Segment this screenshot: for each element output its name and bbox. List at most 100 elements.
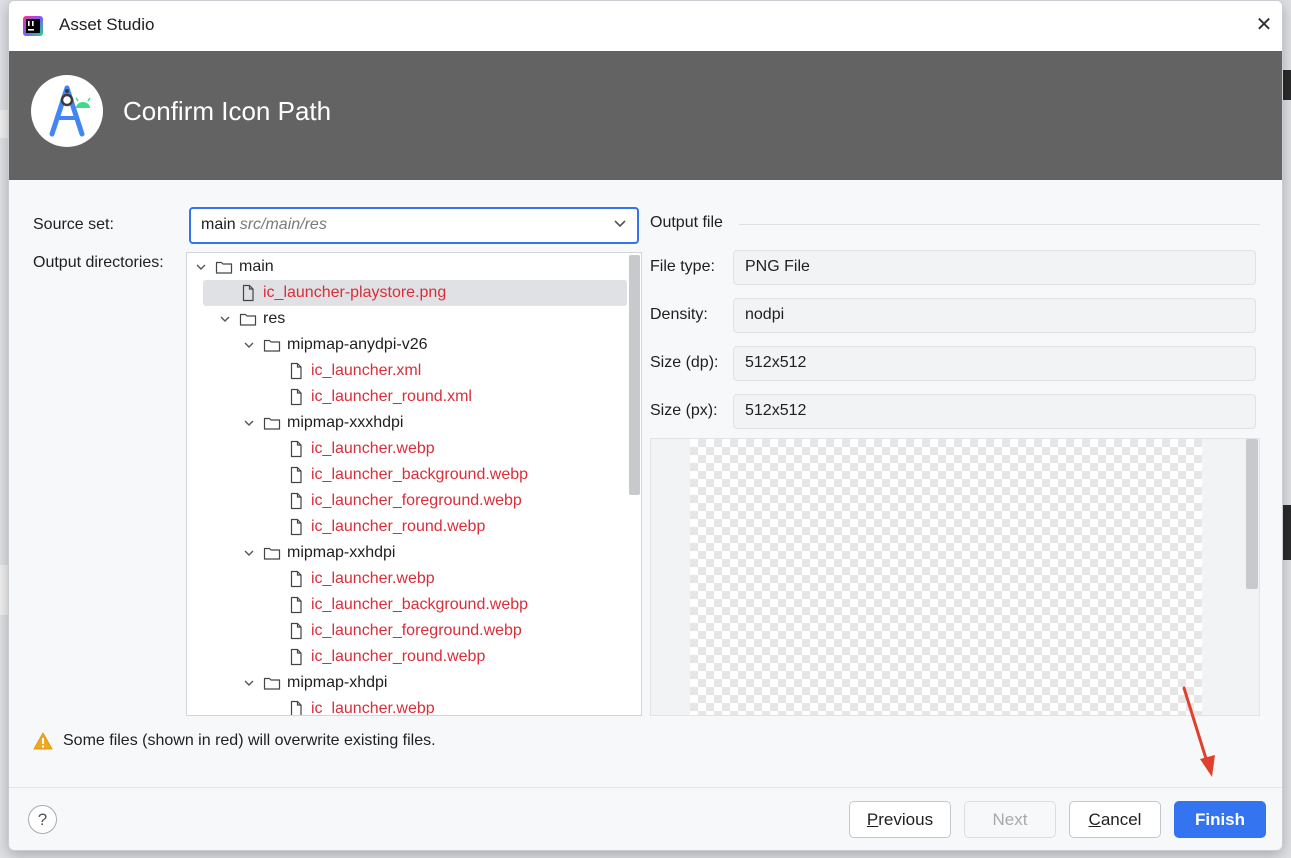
footer-divider bbox=[9, 787, 1282, 788]
previous-label: revious bbox=[878, 810, 934, 829]
output-directories-label: Output directories: bbox=[33, 254, 164, 271]
tree-item-label: ic_launcher_round.webp bbox=[311, 648, 486, 665]
title-bar: Asset Studio ✕ bbox=[9, 1, 1282, 51]
tree-item-label: ic_launcher.webp bbox=[311, 440, 435, 457]
previous-mnemonic: P bbox=[866, 810, 879, 829]
intellij-app-icon bbox=[23, 16, 43, 36]
tree-item-label: ic_launcher_foreground.webp bbox=[311, 492, 522, 509]
file-type-field: PNG File bbox=[733, 250, 1256, 285]
chevron-down-icon[interactable] bbox=[241, 415, 257, 431]
folder-icon bbox=[263, 544, 281, 562]
tree-item-label: ic_launcher.webp bbox=[311, 570, 435, 587]
file-icon bbox=[287, 362, 305, 380]
tree-folder-row[interactable]: res bbox=[187, 306, 285, 332]
section-divider bbox=[739, 224, 1260, 225]
tree-item-label: ic_launcher_foreground.webp bbox=[311, 622, 522, 639]
tree-file-row[interactable]: ic_launcher.webp bbox=[187, 566, 435, 592]
tree-file-row[interactable]: ic_launcher.xml bbox=[187, 358, 421, 384]
source-set-label: Source set: bbox=[33, 216, 114, 233]
chevron-down-icon bbox=[614, 220, 626, 228]
file-icon bbox=[287, 648, 305, 666]
tree-folder-row[interactable]: main bbox=[187, 254, 274, 280]
tree-file-row[interactable]: ic_launcher_foreground.webp bbox=[187, 488, 522, 514]
next-button[interactable]: Next bbox=[964, 801, 1056, 838]
tree-file-row[interactable]: ic_launcher.webp bbox=[187, 436, 435, 462]
density-field: nodpi bbox=[733, 298, 1256, 333]
chevron-down-icon[interactable] bbox=[241, 675, 257, 691]
tree-item-label: ic_launcher.xml bbox=[311, 362, 422, 379]
background-window-panel bbox=[0, 110, 8, 138]
tree-file-row[interactable]: ic_launcher-playstore.png bbox=[203, 280, 627, 306]
window-title: Asset Studio bbox=[59, 15, 155, 34]
file-icon bbox=[239, 284, 257, 302]
folder-icon bbox=[239, 310, 257, 328]
overwrite-warning: Some files (shown in red) will overwrite… bbox=[33, 732, 436, 750]
tree-file-row[interactable]: ic_launcher_background.webp bbox=[187, 592, 528, 618]
tree-file-row[interactable]: ic_launcher_round.webp bbox=[187, 644, 485, 670]
tree-item-label: mipmap-xxhdpi bbox=[287, 544, 396, 561]
file-icon bbox=[287, 700, 305, 715]
tree-folder-row[interactable]: mipmap-xxxhdpi bbox=[187, 410, 403, 436]
tree-item-label: ic_launcher_round.xml bbox=[311, 388, 472, 405]
tree-file-row[interactable]: ic_launcher_background.webp bbox=[187, 462, 528, 488]
file-icon bbox=[287, 622, 305, 640]
tree-file-row[interactable]: ic_launcher_foreground.webp bbox=[187, 618, 522, 644]
cancel-mnemonic: C bbox=[1088, 810, 1101, 829]
file-icon bbox=[287, 492, 305, 510]
tree-file-row[interactable]: ic_launcher_round.webp bbox=[187, 514, 485, 540]
tree-item-label: res bbox=[263, 310, 286, 327]
help-button[interactable]: ? bbox=[28, 805, 57, 834]
chevron-down-icon[interactable] bbox=[193, 259, 209, 275]
tree-item-label: mipmap-xxxhdpi bbox=[287, 414, 404, 431]
header-banner: Confirm Icon Path bbox=[9, 51, 1282, 180]
close-icon[interactable]: ✕ bbox=[1252, 13, 1276, 37]
tree-folder-row[interactable]: mipmap-anydpi-v26 bbox=[187, 332, 428, 358]
size-dp-label: Size (dp): bbox=[650, 354, 719, 371]
folder-icon bbox=[263, 336, 281, 354]
size-px-field: 512x512 bbox=[733, 394, 1256, 429]
background-window-strip bbox=[1282, 70, 1291, 100]
tree-file-row[interactable]: ic_launcher_round.xml bbox=[187, 384, 472, 410]
previous-button[interactable]: Previous bbox=[849, 801, 951, 838]
output-directories-tree[interactable]: main ic_launcher-playstore.pngres mipmap-a… bbox=[186, 252, 642, 716]
density-label: Density: bbox=[650, 306, 708, 323]
finish-button[interactable]: Finish bbox=[1174, 801, 1266, 838]
transparent-preview-image bbox=[690, 439, 1202, 715]
warning-triangle-icon bbox=[33, 732, 53, 750]
chevron-down-icon[interactable] bbox=[217, 311, 233, 327]
tree-scrollbar[interactable] bbox=[629, 255, 640, 495]
chevron-down-icon[interactable] bbox=[241, 337, 257, 353]
chevron-down-icon[interactable] bbox=[241, 545, 257, 561]
icon-preview-panel[interactable] bbox=[650, 438, 1260, 716]
background-window-panel bbox=[0, 565, 8, 615]
tree-item-label: ic_launcher-playstore.png bbox=[263, 284, 447, 301]
tree-item-label: mipmap-anydpi-v26 bbox=[287, 336, 428, 353]
cancel-button[interactable]: Cancel bbox=[1069, 801, 1161, 838]
file-icon bbox=[287, 596, 305, 614]
source-set-path: src/main/res bbox=[239, 216, 327, 233]
folder-icon bbox=[215, 258, 233, 276]
size-dp-field: 512x512 bbox=[733, 346, 1256, 381]
file-icon bbox=[287, 570, 305, 588]
file-icon bbox=[287, 466, 305, 484]
file-icon bbox=[287, 388, 305, 406]
cancel-label: ancel bbox=[1100, 810, 1142, 829]
preview-scrollbar[interactable] bbox=[1246, 439, 1258, 589]
tree-folder-row[interactable]: mipmap-xxhdpi bbox=[187, 540, 395, 566]
folder-icon bbox=[263, 414, 281, 432]
tree-folder-row[interactable]: mipmap-xhdpi bbox=[187, 670, 387, 696]
warning-text: Some files (shown in red) will overwrite… bbox=[63, 732, 436, 749]
tree-file-row[interactable]: ic_launcher.webp bbox=[187, 696, 435, 715]
source-set-dropdown[interactable]: main src/main/res bbox=[189, 207, 639, 244]
